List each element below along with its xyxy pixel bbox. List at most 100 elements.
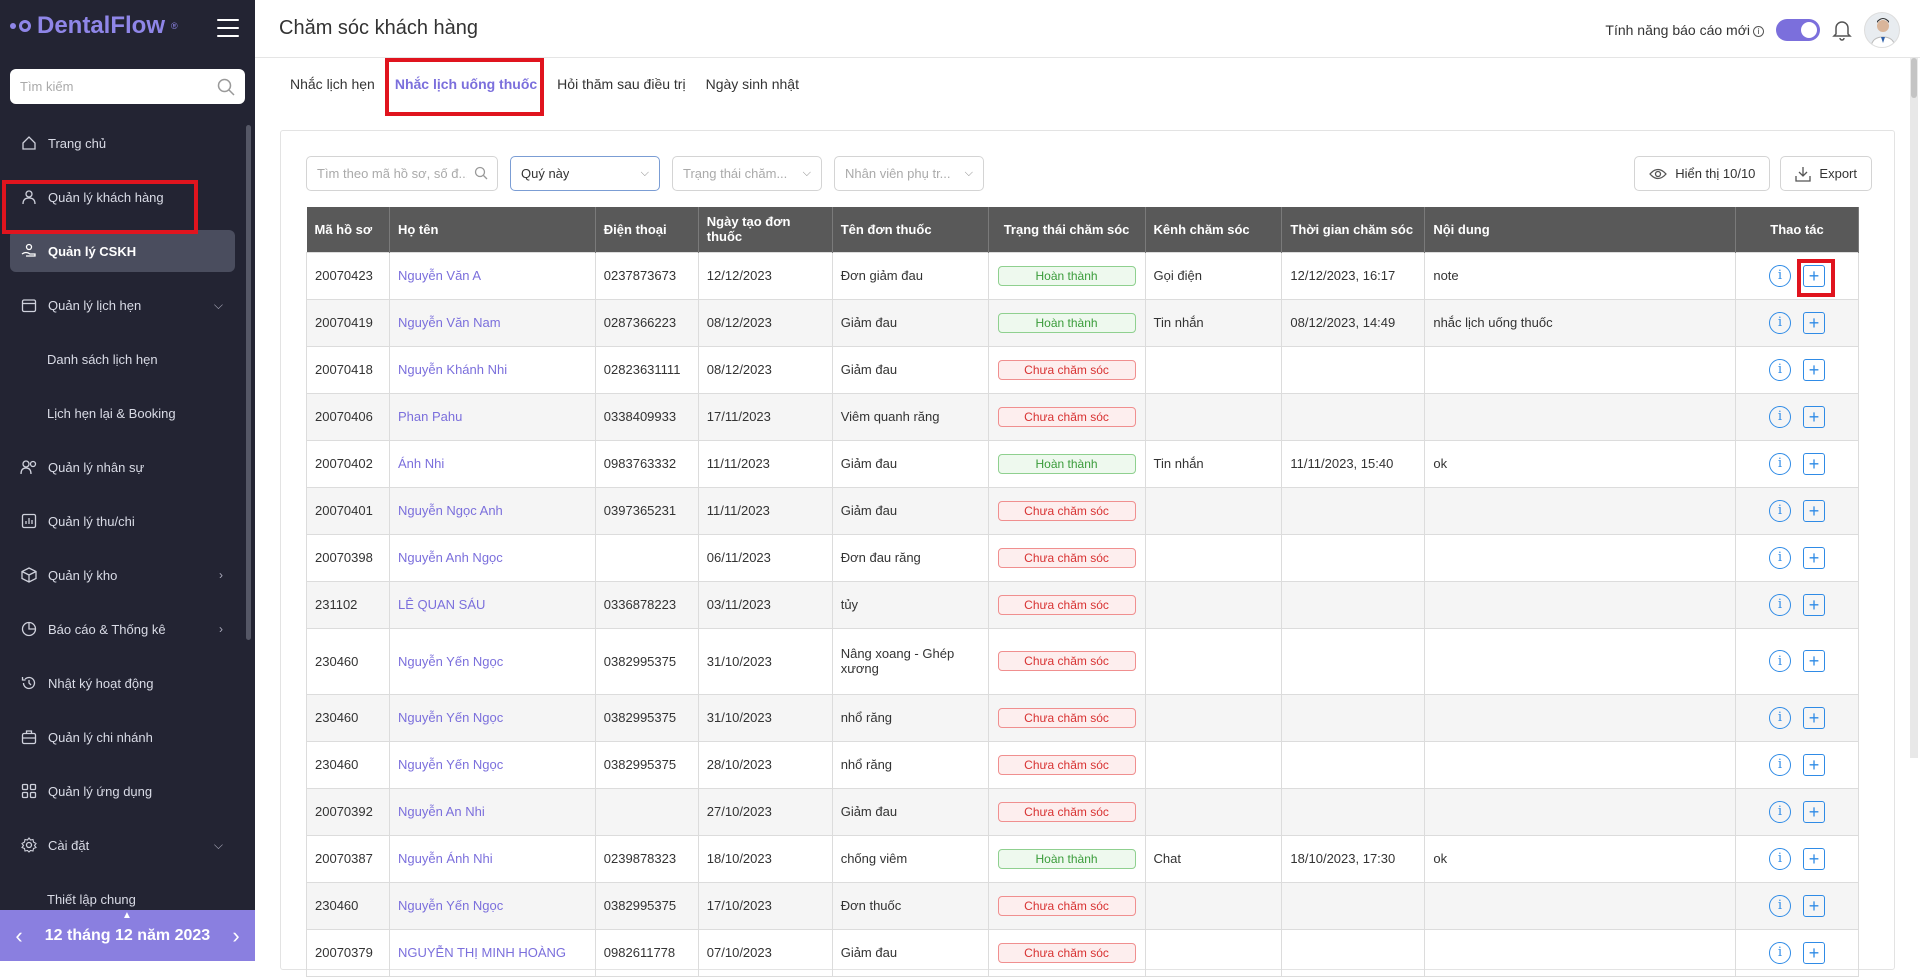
- customer-name-link[interactable]: Ánh Nhi: [388, 439, 596, 488]
- bell-icon[interactable]: [1832, 19, 1852, 41]
- info-icon[interactable]: i: [1768, 847, 1791, 870]
- customer-name-link[interactable]: Nguyễn An Nhi: [388, 787, 596, 836]
- sidebar-item-nhat-ky-hoat-dong[interactable]: Nhật ký hoạt động: [0, 656, 245, 710]
- customer-name-link[interactable]: NGUYỄN THỊ MINH HOÀNG: [388, 928, 596, 977]
- table-row[interactable]: 20070406 Phan Pahu 0338409933 17/11/2023 Viê…: [306, 392, 1860, 441]
- info-icon[interactable]: i: [1753, 25, 1764, 37]
- add-icon[interactable]: +: [1802, 358, 1825, 381]
- customer-name-link[interactable]: Nguyễn Văn Nam: [388, 298, 596, 347]
- status-select[interactable]: Trạng thái chăm... ⌵: [672, 156, 822, 191]
- display-columns-button[interactable]: Hiển thị 10/10: [1634, 156, 1771, 191]
- sidebar-item-quan-ly-chi-nhanh[interactable]: Quản lý chi nhánh: [0, 710, 245, 764]
- customer-name-link[interactable]: Nguyễn Ngọc Anh: [388, 486, 596, 535]
- sidebar-item-quan-ly-khach-hang[interactable]: Quản lý khách hàng: [0, 170, 245, 224]
- sidebar-item-quan-ly-cskh[interactable]: Quản lý CSKH: [0, 224, 245, 278]
- staff-select[interactable]: Nhân viên phụ tr... ⌵: [834, 156, 984, 191]
- sidebar-search-input[interactable]: [20, 79, 217, 94]
- caret-up-icon[interactable]: ▲: [122, 910, 132, 921]
- table-row[interactable]: 230460 Nguyễn Yến Ngọc 0382995375 31/10/202…: [306, 693, 1860, 742]
- table-row[interactable]: 20070419 Nguyễn Văn Nam 0287366223 08/12/20…: [306, 298, 1860, 347]
- info-icon[interactable]: i: [1768, 311, 1791, 334]
- info-icon[interactable]: i: [1768, 650, 1791, 672]
- sidebar-item-quan-ly-thu-chi[interactable]: Quản lý thu/chi: [0, 494, 245, 548]
- info-icon[interactable]: i: [1768, 358, 1791, 381]
- add-icon[interactable]: +: [1802, 941, 1825, 964]
- tab-2[interactable]: Hỏi thăm sau điều trị: [557, 70, 685, 98]
- add-icon[interactable]: +: [1802, 650, 1825, 672]
- customer-name-link[interactable]: Nguyễn Yến Ngọc: [388, 693, 596, 742]
- table-row[interactable]: 20070418 Nguyễn Khánh Nhi 02823631111 08/12…: [306, 345, 1860, 394]
- info-icon[interactable]: i: [1768, 452, 1791, 475]
- add-icon[interactable]: +: [1802, 706, 1825, 729]
- table-row[interactable]: 20070398 Nguyễn Anh Ngọc 06/11/2023 Đơn đau…: [306, 533, 1860, 582]
- info-icon[interactable]: i: [1768, 706, 1791, 729]
- customer-name-link[interactable]: Nguyễn Yến Ngọc: [388, 627, 596, 695]
- hamburger-menu-icon[interactable]: [217, 19, 239, 37]
- info-icon[interactable]: i: [1768, 405, 1791, 428]
- table-row[interactable]: 231102 LÊ QUAN SÁU 0336878223 03/11/2023 tủy…: [306, 580, 1860, 629]
- add-icon[interactable]: +: [1802, 753, 1825, 776]
- info-icon[interactable]: i: [1768, 894, 1791, 917]
- export-button[interactable]: Export: [1780, 156, 1872, 191]
- period-select[interactable]: Quý này ⌵: [510, 156, 660, 191]
- table-row[interactable]: 20070379 NGUYỄN THỊ MINH HOÀNG 0982611778 0…: [306, 928, 1860, 977]
- table-row[interactable]: 20070423 Nguyễn Văn A 0237873673 12/12/2023…: [306, 251, 1860, 300]
- customer-name-link[interactable]: LÊ QUAN SÁU: [388, 580, 596, 629]
- customer-name-link[interactable]: Nguyễn Khánh Nhi: [388, 345, 596, 394]
- tab-1[interactable]: Nhắc lịch uống thuốc: [395, 70, 537, 98]
- add-icon[interactable]: +: [1802, 546, 1825, 569]
- info-icon[interactable]: i: [1768, 800, 1791, 823]
- care-icon: [20, 242, 38, 260]
- info-icon[interactable]: i: [1768, 941, 1791, 964]
- next-date-icon[interactable]: ›: [227, 923, 245, 949]
- info-icon[interactable]: i: [1768, 264, 1791, 287]
- info-icon[interactable]: i: [1768, 593, 1791, 616]
- sidebar-item-quan-ly-lich-hen[interactable]: Quản lý lịch hẹn ⌵: [0, 278, 245, 332]
- table-row[interactable]: 20070392 Nguyễn An Nhi 27/10/2023 Giảm đau C…: [306, 787, 1860, 836]
- add-icon[interactable]: +: [1802, 405, 1825, 428]
- info-icon[interactable]: i: [1768, 753, 1791, 776]
- sidebar-item-quan-ly-kho[interactable]: Quản lý kho ›: [0, 548, 245, 602]
- table-row[interactable]: 230460 Nguyễn Yến Ngọc 0382995375 31/10/202…: [306, 627, 1860, 695]
- actions-cell: i +: [1734, 580, 1860, 629]
- customer-name-link[interactable]: Nguyễn Yến Ngọc: [388, 881, 596, 930]
- tab-0[interactable]: Nhắc lịch hẹn: [290, 70, 375, 98]
- avatar[interactable]: [1864, 12, 1900, 48]
- add-icon[interactable]: +: [1802, 499, 1825, 522]
- table-row[interactable]: 20070401 Nguyễn Ngọc Anh 0397365231 11/11/2…: [306, 486, 1860, 535]
- care-note: [1424, 392, 1736, 441]
- customer-name-link[interactable]: Nguyễn Anh Ngọc: [388, 533, 596, 582]
- add-icon[interactable]: +: [1802, 264, 1825, 287]
- sidebar-item-quan-ly-ung-dung[interactable]: Quản lý ứng dụng: [0, 764, 245, 818]
- add-icon[interactable]: +: [1802, 452, 1825, 475]
- sidebar-item-quan-ly-nhan-su[interactable]: Quản lý nhân sự: [0, 440, 245, 494]
- page-scrollbar[interactable]: [1910, 58, 1918, 758]
- table-row[interactable]: 230460 Nguyễn Yến Ngọc 0382995375 28/10/202…: [306, 740, 1860, 789]
- sidebar-item-trang-chu[interactable]: Trang chủ: [0, 116, 245, 170]
- table-row[interactable]: 20070387 Nguyễn Ánh Nhi 0239878323 18/10/20…: [306, 834, 1860, 883]
- info-icon[interactable]: i: [1768, 546, 1791, 569]
- sidebar-item-bao-cao-thong-ke[interactable]: Báo cáo & Thống kê ›: [0, 602, 245, 656]
- app-logo[interactable]: DentalFlow ®: [10, 12, 178, 40]
- add-icon[interactable]: +: [1802, 894, 1825, 917]
- add-icon[interactable]: +: [1802, 593, 1825, 616]
- search-icon[interactable]: [217, 78, 235, 96]
- new-report-toggle[interactable]: [1776, 19, 1820, 41]
- info-icon[interactable]: i: [1768, 499, 1791, 522]
- customer-name-link[interactable]: Nguyễn Ánh Nhi: [388, 834, 596, 883]
- add-icon[interactable]: +: [1802, 800, 1825, 823]
- add-icon[interactable]: +: [1802, 847, 1825, 870]
- table-row[interactable]: 20070402 Ánh Nhi 0983763332 11/11/2023 Giảm …: [306, 439, 1860, 488]
- table-row[interactable]: 230460 Nguyễn Yến Ngọc 0382995375 17/10/202…: [306, 881, 1860, 930]
- customer-name-link[interactable]: Nguyễn Yến Ngọc: [388, 740, 596, 789]
- prev-date-icon[interactable]: ‹: [10, 923, 28, 949]
- sidebar-item-cai-dat[interactable]: Cài đặt ⌵: [0, 818, 245, 872]
- customer-name-link[interactable]: Nguyễn Văn A: [388, 251, 596, 300]
- customer-name-link[interactable]: Phan Pahu: [388, 392, 596, 441]
- tab-3[interactable]: Ngày sinh nhật: [706, 70, 799, 98]
- sidebar-scrollbar[interactable]: [246, 125, 251, 640]
- search-filter[interactable]: Tìm theo mã hồ sơ, số đ...: [306, 156, 498, 191]
- sidebar-item-lich-hen-lai-booking[interactable]: Lịch hẹn lại & Booking: [0, 386, 245, 440]
- sidebar-item-danh-sach-lich-hen[interactable]: Danh sách lịch hẹn: [0, 332, 245, 386]
- add-icon[interactable]: +: [1802, 311, 1825, 334]
